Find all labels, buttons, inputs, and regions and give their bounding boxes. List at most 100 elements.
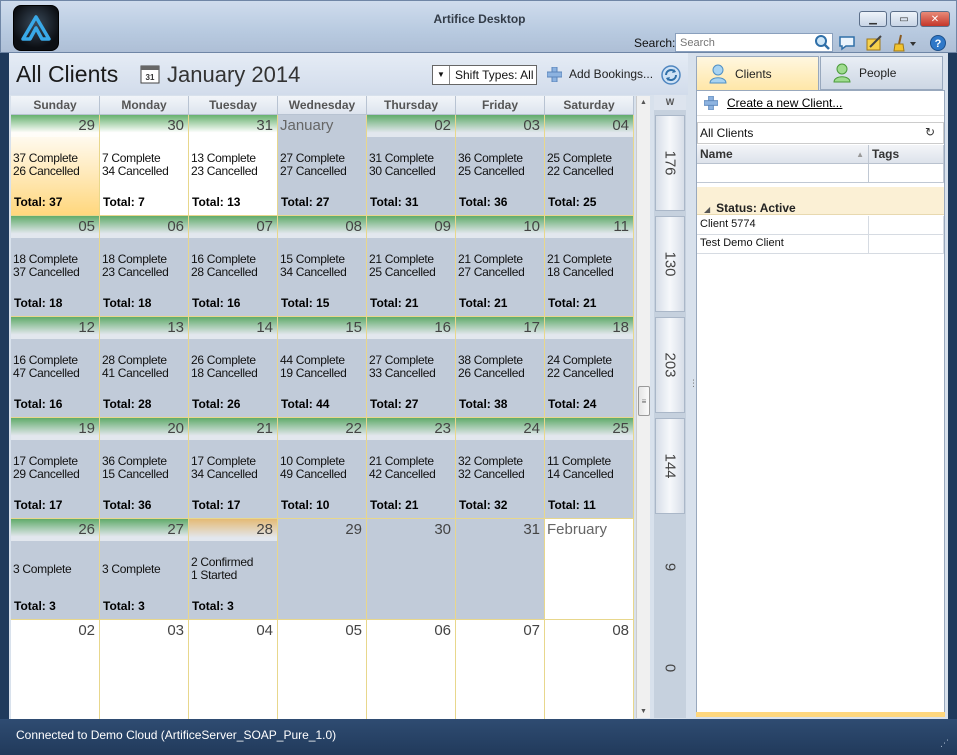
tab-clients[interactable]: Clients <box>696 56 819 90</box>
calendar-day-cell[interactable]: 28 2 Confirmed 1 Started Total: 3 <box>189 519 278 620</box>
calendar-scrollbar[interactable]: ▲ ≡ ▼ <box>636 96 650 718</box>
add-bookings-button[interactable]: Add Bookings... <box>569 67 653 81</box>
week-total[interactable]: 176 <box>655 115 685 211</box>
calendar-day-cell[interactable]: 07 16 Complete 28 Cancelled Total: 16 <box>189 216 278 317</box>
filter-refresh-icon[interactable]: ↻ <box>925 125 935 139</box>
maximize-button[interactable]: ▭ <box>890 11 918 27</box>
day-number: 27 <box>167 521 184 538</box>
calendar-day-cell[interactable]: 14 26 Complete 18 Cancelled Total: 26 <box>189 317 278 418</box>
week-total[interactable]: 144 <box>655 418 685 514</box>
scroll-down-icon[interactable]: ▼ <box>640 708 647 715</box>
add-icon[interactable] <box>546 66 563 83</box>
calendar-day-cell[interactable]: 06 <box>367 620 456 721</box>
tab-people[interactable]: People <box>820 56 943 90</box>
column-header-name[interactable]: Name ▲ <box>697 145 869 163</box>
calendar-day-cell[interactable]: 31 <box>456 519 545 620</box>
day-number: 18 <box>612 319 629 336</box>
calendar-day-cell[interactable]: 13 28 Complete 41 Cancelled Total: 28 <box>100 317 189 418</box>
day-number: 09 <box>434 218 451 235</box>
close-button[interactable]: ✕ <box>920 11 950 27</box>
calendar-day-cell[interactable]: 02 31 Complete 30 Cancelled Total: 31 <box>367 115 456 216</box>
calendar-day-cell[interactable]: 16 27 Complete 33 Cancelled Total: 27 <box>367 317 456 418</box>
scroll-up-icon[interactable]: ▲ <box>640 99 647 106</box>
day-number: 08 <box>345 218 362 235</box>
calendar-day-cell[interactable]: 04 25 Complete 22 Cancelled Total: 25 <box>545 115 634 216</box>
calendar-day-cell[interactable]: 06 18 Complete 23 Cancelled Total: 18 <box>100 216 189 317</box>
calendar-day-cell[interactable]: 12 16 Complete 47 Cancelled Total: 16 <box>11 317 100 418</box>
calendar-day-cell[interactable]: 23 21 Complete 42 Cancelled Total: 21 <box>367 418 456 519</box>
create-client-link[interactable]: Create a new Client... <box>727 96 842 110</box>
calendar-day-cell[interactable]: 31 13 Complete 23 Cancelled Total: 13 <box>189 115 278 216</box>
day-summary-line: 44 Complete <box>280 353 345 367</box>
week-total[interactable]: 9 <box>655 519 685 615</box>
calendar-day-cell[interactable]: 30 <box>367 519 456 620</box>
group-label-text: Status: Active <box>716 201 796 215</box>
calendar-day-cell[interactable]: 04 <box>189 620 278 721</box>
calendar-day-cell[interactable]: January 27 Complete 27 Cancelled Total: 27 <box>278 115 367 216</box>
day-number: 31 <box>523 521 540 538</box>
month-label[interactable]: January 2014 <box>167 62 300 88</box>
search-icon[interactable] <box>814 34 831 51</box>
calendar-day-cell[interactable]: 05 18 Complete 37 Cancelled Total: 18 <box>11 216 100 317</box>
calendar-day-cell[interactable]: 18 24 Complete 22 Cancelled Total: 24 <box>545 317 634 418</box>
day-summary-line: 26 Complete <box>191 353 256 367</box>
day-total: Total: 31 <box>370 195 419 209</box>
calendar-day-cell[interactable]: 19 17 Complete 29 Cancelled Total: 17 <box>11 418 100 519</box>
window-title: Artifice Desktop <box>433 12 526 26</box>
clean-brush-icon[interactable] <box>892 34 918 52</box>
chat-icon[interactable] <box>838 34 856 52</box>
day-header-wednesday: Wednesday <box>278 96 367 115</box>
calendar-day-cell[interactable]: 03 <box>100 620 189 721</box>
calendar-day-cell[interactable]: 25 11 Complete 14 Cancelled Total: 11 <box>545 418 634 519</box>
calendar-day-cell[interactable]: 20 36 Complete 15 Cancelled Total: 36 <box>100 418 189 519</box>
calendar-day-cell[interactable]: 15 44 Complete 19 Cancelled Total: 44 <box>278 317 367 418</box>
group-row-status-active[interactable]: ◢ Status: Active <box>697 187 944 215</box>
calendar-day-cell[interactable]: 05 <box>278 620 367 721</box>
day-number: 07 <box>256 218 273 235</box>
scroll-thumb[interactable]: ≡ <box>638 386 650 416</box>
notes-icon[interactable] <box>865 34 883 52</box>
minimize-button[interactable]: ▁ <box>859 11 887 27</box>
calendar-day-cell[interactable]: 07 <box>456 620 545 721</box>
resize-grip-icon[interactable]: ⋰ <box>940 738 949 749</box>
client-row[interactable]: Test Demo Client <box>697 235 944 254</box>
calendar-day-cell[interactable]: 22 10 Complete 49 Cancelled Total: 10 <box>278 418 367 519</box>
calendar-day-cell[interactable]: 10 21 Complete 27 Cancelled Total: 21 <box>456 216 545 317</box>
calendar-day-cell[interactable]: 30 7 Complete 34 Cancelled Total: 7 <box>100 115 189 216</box>
calendar-day-cell[interactable]: 29 <box>278 519 367 620</box>
week-total[interactable]: 130 <box>655 216 685 312</box>
search-input[interactable] <box>675 33 833 52</box>
day-summary-line: 7 Complete <box>102 151 161 165</box>
refresh-icon[interactable] <box>660 64 682 86</box>
calendar-day-cell[interactable]: 24 32 Complete 32 Cancelled Total: 32 <box>456 418 545 519</box>
column-header-tags[interactable]: Tags <box>869 145 944 163</box>
calendar-day-cell[interactable]: 27 3 Complete Total: 3 <box>100 519 189 620</box>
week-total[interactable]: 0 <box>655 620 685 716</box>
calendar-day-cell[interactable]: 17 38 Complete 26 Cancelled Total: 38 <box>456 317 545 418</box>
calendar-day-cell[interactable]: 09 21 Complete 25 Cancelled Total: 21 <box>367 216 456 317</box>
week-total[interactable]: 203 <box>655 317 685 413</box>
calendar-day-cell[interactable]: 08 15 Complete 34 Cancelled Total: 15 <box>278 216 367 317</box>
client-filter-dropdown[interactable]: All Clients ↻ <box>697 122 944 144</box>
calendar-day-cell[interactable]: 29 37 Complete 26 Cancelled Total: 37 <box>11 115 100 216</box>
calendar-day-cell[interactable]: 03 36 Complete 25 Cancelled Total: 36 <box>456 115 545 216</box>
day-summary-line: 47 Cancelled <box>13 366 80 380</box>
tags-filter-cell[interactable] <box>869 164 944 183</box>
client-row[interactable]: Client 5774 <box>697 216 944 235</box>
calendar-day-cell[interactable]: February <box>545 519 634 620</box>
calendar-day-cell[interactable]: 08 <box>545 620 634 721</box>
calendar-day-cell[interactable]: 26 3 Complete Total: 3 <box>11 519 100 620</box>
client-tags <box>869 216 944 234</box>
create-client-row[interactable]: Create a new Client... <box>697 91 944 116</box>
shift-types-dropdown[interactable]: ▼ Shift Types: All <box>432 65 537 85</box>
name-filter-cell[interactable] <box>697 164 869 183</box>
help-icon[interactable]: ? <box>929 34 947 52</box>
calendar-day-cell[interactable]: 02 <box>11 620 100 721</box>
day-summary-line: 25 Cancelled <box>369 265 436 279</box>
client-list-panel: Create a new Client... All Clients ↻ Nam… <box>696 90 945 716</box>
calendar-day-cell[interactable]: 21 17 Complete 34 Cancelled Total: 17 <box>189 418 278 519</box>
calendar-icon[interactable]: 31 <box>140 64 160 84</box>
collapse-triangle-icon[interactable]: ◢ <box>704 205 710 214</box>
day-total: Total: 37 <box>14 195 63 209</box>
calendar-day-cell[interactable]: 11 21 Complete 18 Cancelled Total: 21 <box>545 216 634 317</box>
